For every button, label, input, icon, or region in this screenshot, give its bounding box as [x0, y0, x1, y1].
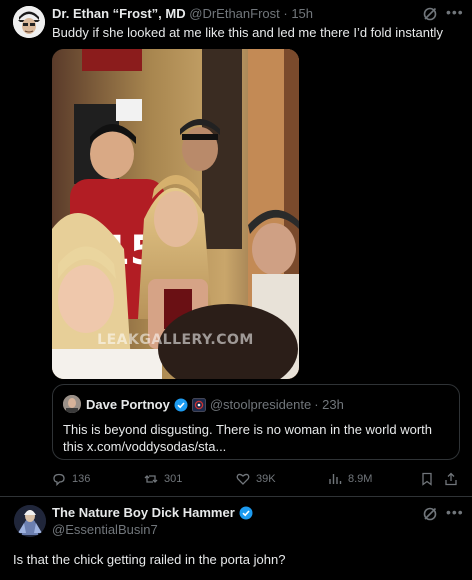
reply-button[interactable]: 136 [52, 470, 90, 488]
tweet-text: Buddy if she looked at me like this and … [52, 25, 443, 40]
grok-icon[interactable] [422, 506, 438, 522]
tweet-media-image[interactable]: 15 LEAKGALLERY.COM [52, 49, 299, 379]
quoted-tweet-time[interactable]: · 23h [314, 397, 344, 413]
reply-author-handle[interactable]: @EssentialBusin7 [52, 522, 158, 538]
quoted-author-avatar[interactable] [63, 395, 81, 413]
bookmark-button[interactable] [420, 470, 434, 488]
verified-badge-icon [239, 506, 253, 520]
reply-count: 136 [72, 473, 91, 485]
view-count: 8.9M [348, 473, 373, 485]
reply-text: Is that the chick getting railed in the … [13, 552, 286, 567]
grok-icon[interactable] [422, 6, 438, 22]
like-count: 39K [256, 473, 276, 485]
verified-badge-icon [174, 398, 188, 412]
reply-icon [53, 473, 65, 486]
media-watermark: LEAKGALLERY.COM [97, 332, 254, 348]
like-icon [236, 473, 250, 485]
quoted-tweet[interactable]: Dave Portnoy @stoolpresidente · 23h This… [52, 384, 460, 460]
reply-author-avatar[interactable] [14, 505, 46, 537]
author-name[interactable]: Dr. Ethan “Frost”, MD [52, 6, 186, 21]
tweet-action-bar: 136 301 39K 8.9M [52, 470, 462, 488]
share-icon [445, 472, 457, 486]
share-button[interactable] [444, 470, 458, 488]
main-tweet[interactable]: Dr. Ethan “Frost”, MD @DrEthanFrost · 15… [0, 0, 472, 497]
quoted-header: Dave Portnoy @stoolpresidente · 23h [86, 397, 344, 413]
repost-icon [144, 475, 158, 483]
views-button[interactable]: 8.9M [328, 470, 372, 488]
more-icon[interactable]: ••• [446, 5, 464, 21]
views-icon [329, 474, 342, 484]
quoted-author-name[interactable]: Dave Portnoy [86, 397, 170, 413]
tweet-time[interactable]: · 15h [283, 6, 313, 21]
repost-button[interactable]: 301 [144, 470, 182, 488]
repost-count: 301 [164, 473, 183, 485]
tweet-header: Dr. Ethan “Frost”, MD @DrEthanFrost · 15… [52, 6, 313, 22]
author-avatar[interactable] [13, 6, 45, 38]
bookmark-icon [422, 472, 432, 486]
author-handle[interactable]: @DrEthanFrost [189, 6, 280, 21]
reply-tweet[interactable]: The Nature Boy Dick Hammer @EssentialBus… [0, 498, 472, 580]
quoted-author-handle[interactable]: @stoolpresidente [210, 397, 311, 413]
quoted-tweet-text: This is beyond disgusting. There is no w… [63, 422, 433, 454]
more-icon[interactable]: ••• [446, 505, 464, 521]
reply-author-name[interactable]: The Nature Boy Dick Hammer [52, 505, 235, 521]
like-button[interactable]: 39K [236, 470, 276, 488]
reply-header: The Nature Boy Dick Hammer [52, 505, 257, 521]
affiliate-badge-icon [191, 398, 206, 412]
